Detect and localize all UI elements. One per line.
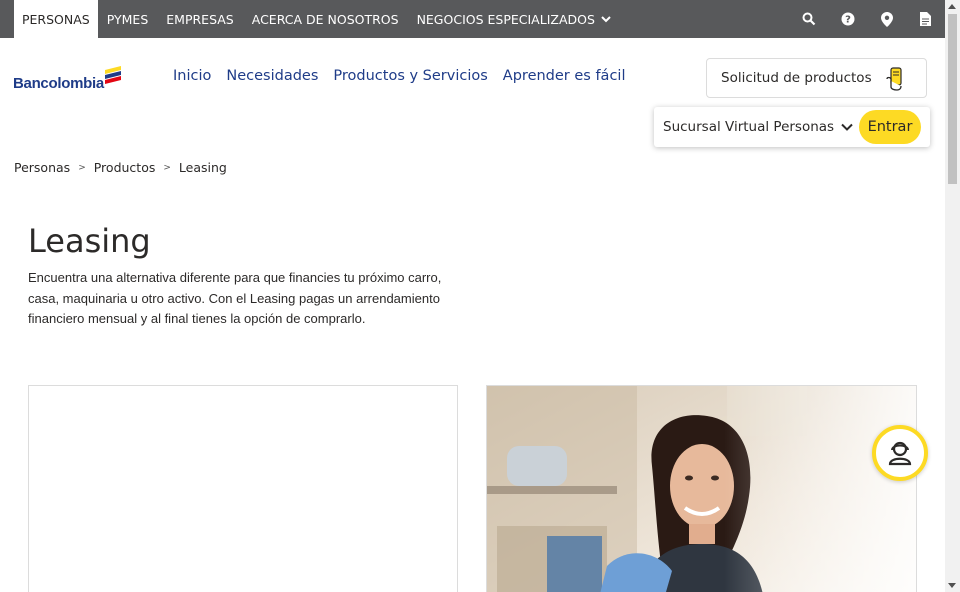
nav-necesidades[interactable]: Necesidades	[226, 68, 318, 84]
hero-image	[486, 385, 917, 592]
chevron-down-icon	[841, 123, 853, 131]
top-icons: ?	[789, 0, 945, 38]
page-title: Leasing	[28, 222, 151, 260]
document-icon[interactable]	[906, 12, 945, 26]
top-bar: PERSONAS PYMES EMPRESAS ACERCA DE NOSOTR…	[0, 0, 945, 38]
info-card	[28, 385, 458, 592]
breadcrumb-separator: >	[78, 162, 86, 173]
logo-text: Bancolombia	[13, 75, 104, 92]
logo-mark-icon	[104, 66, 121, 84]
page-description: Encuentra una alternativa diferente para…	[28, 270, 442, 326]
sucursal-label: Sucursal Virtual Personas	[663, 119, 835, 135]
tab-pymes[interactable]: PYMES	[98, 0, 158, 38]
solicitud-productos-button[interactable]: Solicitud de productos	[706, 58, 927, 98]
nav-aprender-es-facil[interactable]: Aprender es fácil	[503, 68, 626, 84]
nav-inicio[interactable]: Inicio	[173, 68, 211, 84]
tab-empresas[interactable]: EMPRESAS	[157, 0, 242, 38]
scroll-up-arrow-icon[interactable]	[948, 4, 956, 9]
bancolombia-logo[interactable]: Bancolombia	[13, 66, 124, 92]
entrar-button[interactable]: Entrar	[859, 110, 921, 144]
solicitud-label: Solicitud de productos	[721, 70, 872, 86]
help-icon[interactable]: ?	[828, 12, 867, 26]
tab-personas[interactable]: PERSONAS	[14, 0, 98, 38]
search-icon[interactable]	[789, 12, 828, 26]
breadcrumb: Personas > Productos > Leasing	[14, 160, 227, 175]
breadcrumb-leasing: Leasing	[178, 160, 227, 175]
chat-button[interactable]	[872, 425, 928, 481]
location-icon[interactable]	[867, 11, 906, 27]
tab-negocios-especializados[interactable]: NEGOCIOS ESPECIALIZADOS	[408, 0, 621, 38]
tab-negocios-label: NEGOCIOS ESPECIALIZADOS	[416, 11, 595, 27]
main-nav: Inicio Necesidades Productos y Servicios…	[173, 68, 640, 84]
sucursal-virtual-dropdown[interactable]: Sucursal Virtual Personas Entrar	[654, 107, 930, 147]
chevron-down-icon	[601, 16, 611, 23]
breadcrumb-personas[interactable]: Personas	[14, 160, 70, 175]
tab-acerca-de-nosotros[interactable]: ACERCA DE NOSOTROS	[243, 0, 408, 38]
breadcrumb-productos[interactable]: Productos	[94, 160, 156, 175]
chat-agent-icon	[888, 441, 912, 466]
scroll-down-arrow-icon[interactable]	[948, 583, 956, 588]
woman-photo-illustration	[487, 386, 916, 592]
scrollbar[interactable]	[945, 0, 960, 592]
svg-text:?: ?	[845, 15, 851, 26]
scrollbar-thumb[interactable]	[948, 14, 957, 184]
nav-productos-y-servicios[interactable]: Productos y Servicios	[333, 68, 487, 84]
breadcrumb-separator: >	[163, 162, 171, 173]
hand-phone-icon	[886, 67, 902, 91]
